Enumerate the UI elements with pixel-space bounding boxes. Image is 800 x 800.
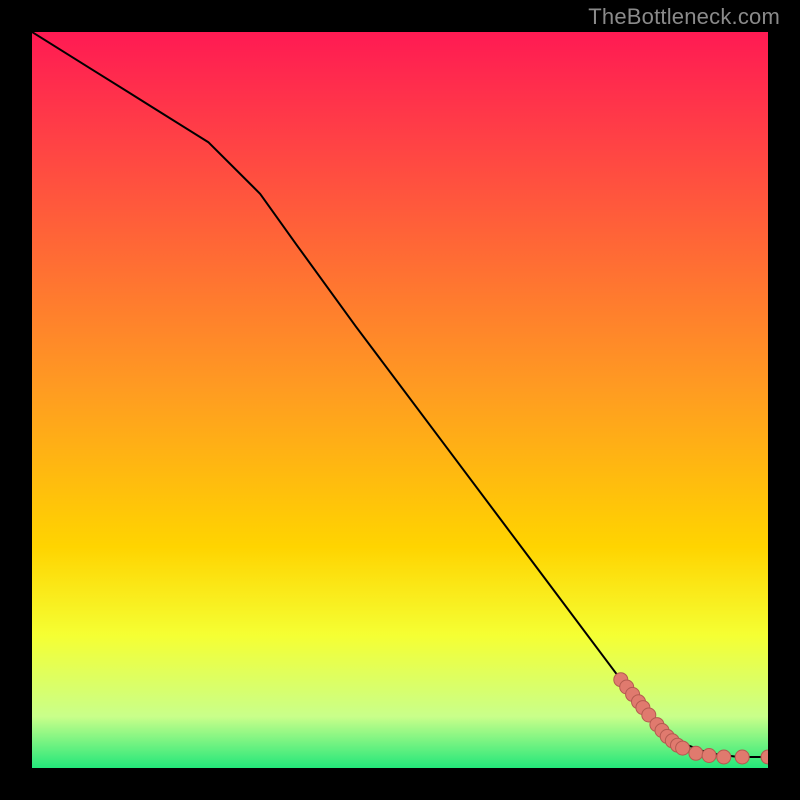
watermark-text: TheBottleneck.com bbox=[588, 4, 780, 30]
data-marker bbox=[689, 746, 703, 760]
chart-svg bbox=[32, 32, 768, 768]
chart-stage: TheBottleneck.com bbox=[0, 0, 800, 800]
data-marker bbox=[702, 749, 716, 763]
data-marker bbox=[717, 750, 731, 764]
gradient-background bbox=[32, 32, 768, 768]
plot-area bbox=[32, 32, 768, 768]
data-marker bbox=[735, 750, 749, 764]
data-marker bbox=[676, 741, 690, 755]
